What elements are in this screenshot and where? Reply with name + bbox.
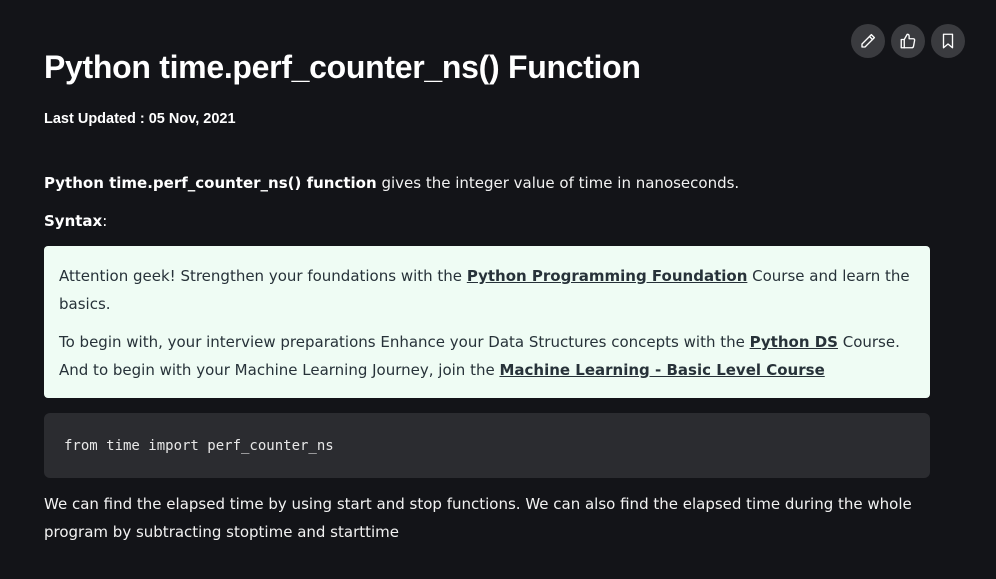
python-ds-link[interactable]: Python DS [750, 333, 838, 351]
intro-paragraph: Python time.perf_counter_ns() function g… [44, 174, 739, 192]
promo-callout: Attention geek! Strengthen your foundati… [44, 246, 930, 398]
bookmark-icon [939, 32, 957, 50]
last-updated-date: 05 Nov, 2021 [148, 111, 236, 127]
article-page: Python time.perf_counter_ns() Function L… [0, 0, 996, 579]
body-paragraph: We can find the elapsed time by using st… [44, 495, 912, 541]
last-updated-label: Last Updated : [44, 111, 149, 127]
syntax-colon: : [102, 212, 108, 230]
bookmark-button[interactable] [931, 24, 965, 58]
callout-paragraph-1: Attention geek! Strengthen your foundati… [59, 262, 915, 318]
callout-p1-prefix: Attention geek! Strengthen your foundati… [59, 267, 467, 285]
callout-p2-prefix: To begin with, your interview preparatio… [59, 333, 750, 351]
callout-paragraph-2: To begin with, your interview preparatio… [59, 328, 915, 384]
thumbs-up-icon [899, 32, 917, 50]
code-block: from time import perf_counter_ns [44, 413, 930, 478]
code-line: from time import perf_counter_ns [64, 437, 334, 454]
intro-rest: gives the integer value of time in nanos… [376, 174, 740, 192]
intro-bold: Python time.perf_counter_ns() function [44, 174, 377, 192]
syntax-label: Syntax [44, 212, 103, 230]
pencil-icon [859, 32, 877, 50]
last-updated: Last Updated : 05 Nov, 2021 [44, 111, 236, 127]
edit-button[interactable] [851, 24, 885, 58]
page-title: Python time.perf_counter_ns() Function [44, 49, 641, 85]
article-toolbar [851, 24, 965, 58]
machine-learning-link[interactable]: Machine Learning - Basic Level Course [499, 361, 824, 379]
syntax-heading: Syntax: [44, 212, 107, 230]
like-button[interactable] [891, 24, 925, 58]
python-foundation-link[interactable]: Python Programming Foundation [467, 267, 748, 285]
